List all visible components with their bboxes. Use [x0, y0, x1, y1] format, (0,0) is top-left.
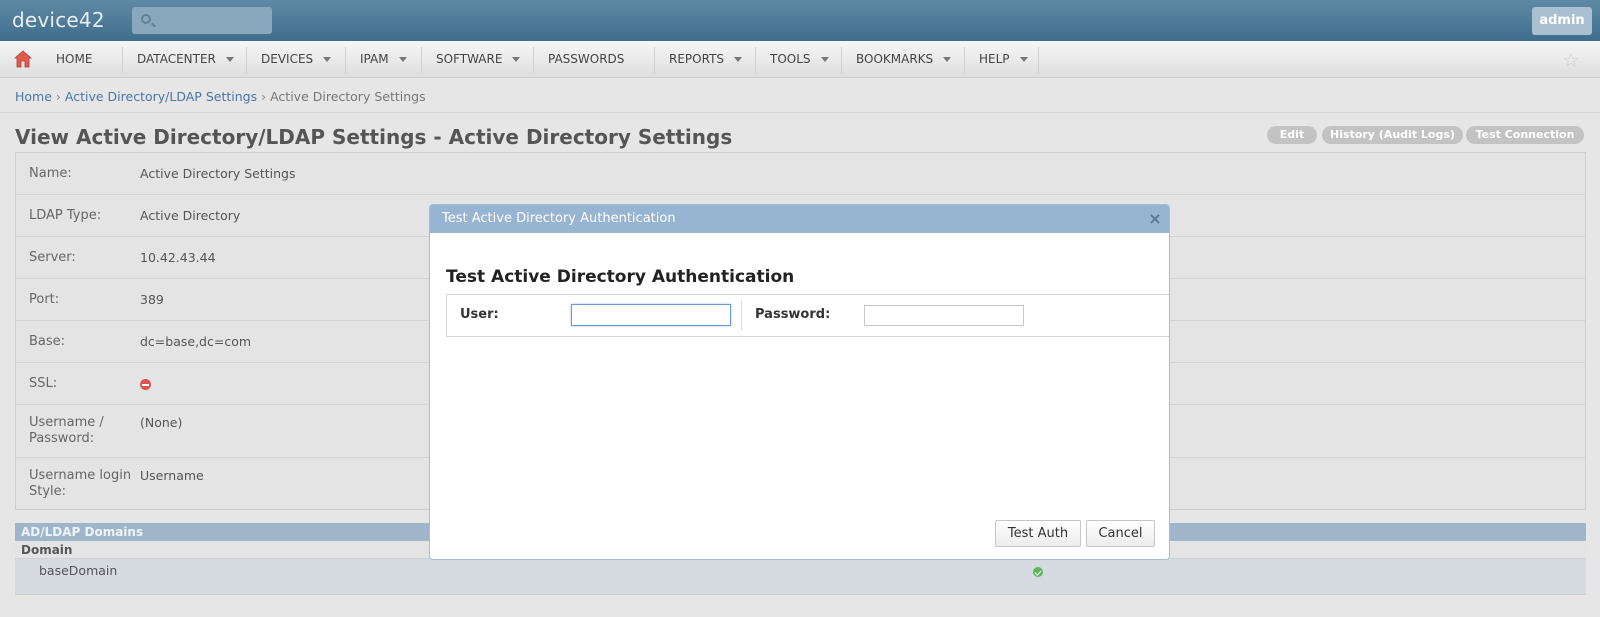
breadcrumb-separator: ›: [261, 89, 267, 104]
detail-value: Username: [140, 468, 204, 483]
detail-label: Name:: [29, 166, 72, 181]
nav-divider: [345, 47, 346, 73]
detail-row-name: Name: Active Directory Settings: [16, 153, 1585, 195]
user-label: User:: [460, 307, 499, 322]
nav-label: IPAM: [360, 52, 389, 66]
chevron-down-icon: [943, 57, 952, 62]
nav-divider: [246, 47, 247, 73]
star-icon[interactable]: ☆: [1562, 48, 1580, 72]
detail-value: Active Directory Settings: [140, 166, 296, 181]
test-auth-button[interactable]: Test Auth: [995, 520, 1081, 547]
chevron-down-icon: [398, 57, 407, 62]
chevron-down-icon: [1019, 57, 1028, 62]
form-divider: [741, 300, 742, 331]
modal-header[interactable]: Test Active Directory Authentication ×: [430, 205, 1169, 233]
detail-label: Base:: [29, 334, 66, 349]
nav-passwords[interactable]: PASSWORDS: [548, 41, 624, 78]
table-row[interactable]: baseDomain: [15, 559, 1586, 595]
nav-divider: [122, 47, 123, 73]
chevron-down-icon: [512, 57, 521, 62]
nav-divider: [654, 47, 655, 73]
domain-name: baseDomain: [39, 563, 118, 578]
nav-label: HELP: [979, 52, 1010, 66]
user-input[interactable]: [571, 304, 731, 326]
detail-label: LDAP Type:: [29, 208, 102, 223]
nav-divider: [964, 47, 965, 73]
main-nav: HOME DATACENTER DEVICES IPAM SOFTWARE PA…: [0, 41, 1600, 78]
breadcrumb-current: Active Directory Settings: [270, 89, 426, 104]
breadcrumb-section[interactable]: Active Directory/LDAP Settings: [65, 89, 257, 104]
detail-value: (None): [140, 415, 183, 430]
detail-value: 389: [140, 292, 164, 307]
password-label: Password:: [755, 307, 831, 322]
detail-label: SSL:: [29, 376, 58, 391]
modal-title: Test Active Directory Authentication: [446, 267, 795, 287]
nav-label: REPORTS: [669, 52, 725, 66]
nav-datacenter[interactable]: DATACENTER: [137, 41, 234, 78]
detail-label: Password:: [29, 431, 95, 446]
detail-value: Active Directory: [140, 208, 241, 223]
chevron-down-icon: [734, 57, 743, 62]
history-button[interactable]: History (Audit Logs): [1322, 126, 1463, 144]
search-input[interactable]: [132, 7, 272, 34]
search-icon: [141, 14, 151, 24]
password-input[interactable]: [864, 305, 1024, 326]
nav-divider: [421, 47, 422, 73]
nav-divider: [841, 47, 842, 73]
divider: [0, 112, 1600, 113]
chevron-down-icon: [820, 57, 829, 62]
test-auth-modal: Test Active Directory Authentication × T…: [429, 204, 1170, 560]
modal-header-title: Test Active Directory Authentication: [442, 211, 676, 226]
ssl-disabled-icon: [140, 379, 151, 390]
nav-home[interactable]: HOME: [56, 41, 92, 78]
edit-button[interactable]: Edit: [1267, 126, 1317, 144]
detail-label: Username /: [29, 415, 104, 430]
logo[interactable]: device42: [12, 8, 105, 32]
nav-devices[interactable]: DEVICES: [261, 41, 332, 78]
breadcrumb-separator: ›: [55, 89, 61, 104]
page-title: View Active Directory/LDAP Settings - Ac…: [15, 125, 733, 149]
nav-divider: [755, 47, 756, 73]
chevron-down-icon: [323, 57, 332, 62]
nav-label: TOOLS: [770, 52, 811, 66]
breadcrumb-home[interactable]: Home: [15, 89, 52, 104]
nav-label: DATACENTER: [137, 52, 216, 66]
detail-label: Port:: [29, 292, 60, 307]
nav-label: BOOKMARKS: [856, 52, 934, 66]
nav-label: SOFTWARE: [436, 52, 503, 66]
nav-ipam[interactable]: IPAM: [360, 41, 407, 78]
chevron-down-icon: [225, 57, 234, 62]
detail-value: dc=base,dc=com: [140, 334, 252, 349]
breadcrumb: Home › Active Directory/LDAP Settings › Acti…: [15, 89, 426, 104]
nav-label: DEVICES: [261, 52, 314, 66]
nav-tools[interactable]: TOOLS: [770, 41, 829, 78]
nav-divider: [1038, 47, 1039, 73]
home-icon[interactable]: [14, 50, 32, 68]
nav-help[interactable]: HELP: [979, 41, 1028, 78]
nav-software[interactable]: SOFTWARE: [436, 41, 521, 78]
check-icon: [1033, 567, 1043, 577]
cancel-button[interactable]: Cancel: [1086, 520, 1155, 547]
detail-label: Username login: [29, 468, 132, 483]
nav-bookmarks[interactable]: BOOKMARKS: [856, 41, 952, 78]
test-connection-button[interactable]: Test Connection: [1466, 126, 1584, 144]
detail-label: Server:: [29, 250, 76, 265]
auth-form: User: Password:: [446, 294, 1169, 337]
user-menu-button[interactable]: admin: [1532, 7, 1592, 35]
nav-reports[interactable]: REPORTS: [669, 41, 743, 78]
detail-label: Style:: [29, 484, 67, 499]
top-bar: device42 admin: [0, 0, 1600, 41]
nav-divider: [533, 47, 534, 73]
close-icon[interactable]: ×: [1148, 211, 1162, 227]
detail-value: 10.42.43.44: [140, 250, 216, 265]
